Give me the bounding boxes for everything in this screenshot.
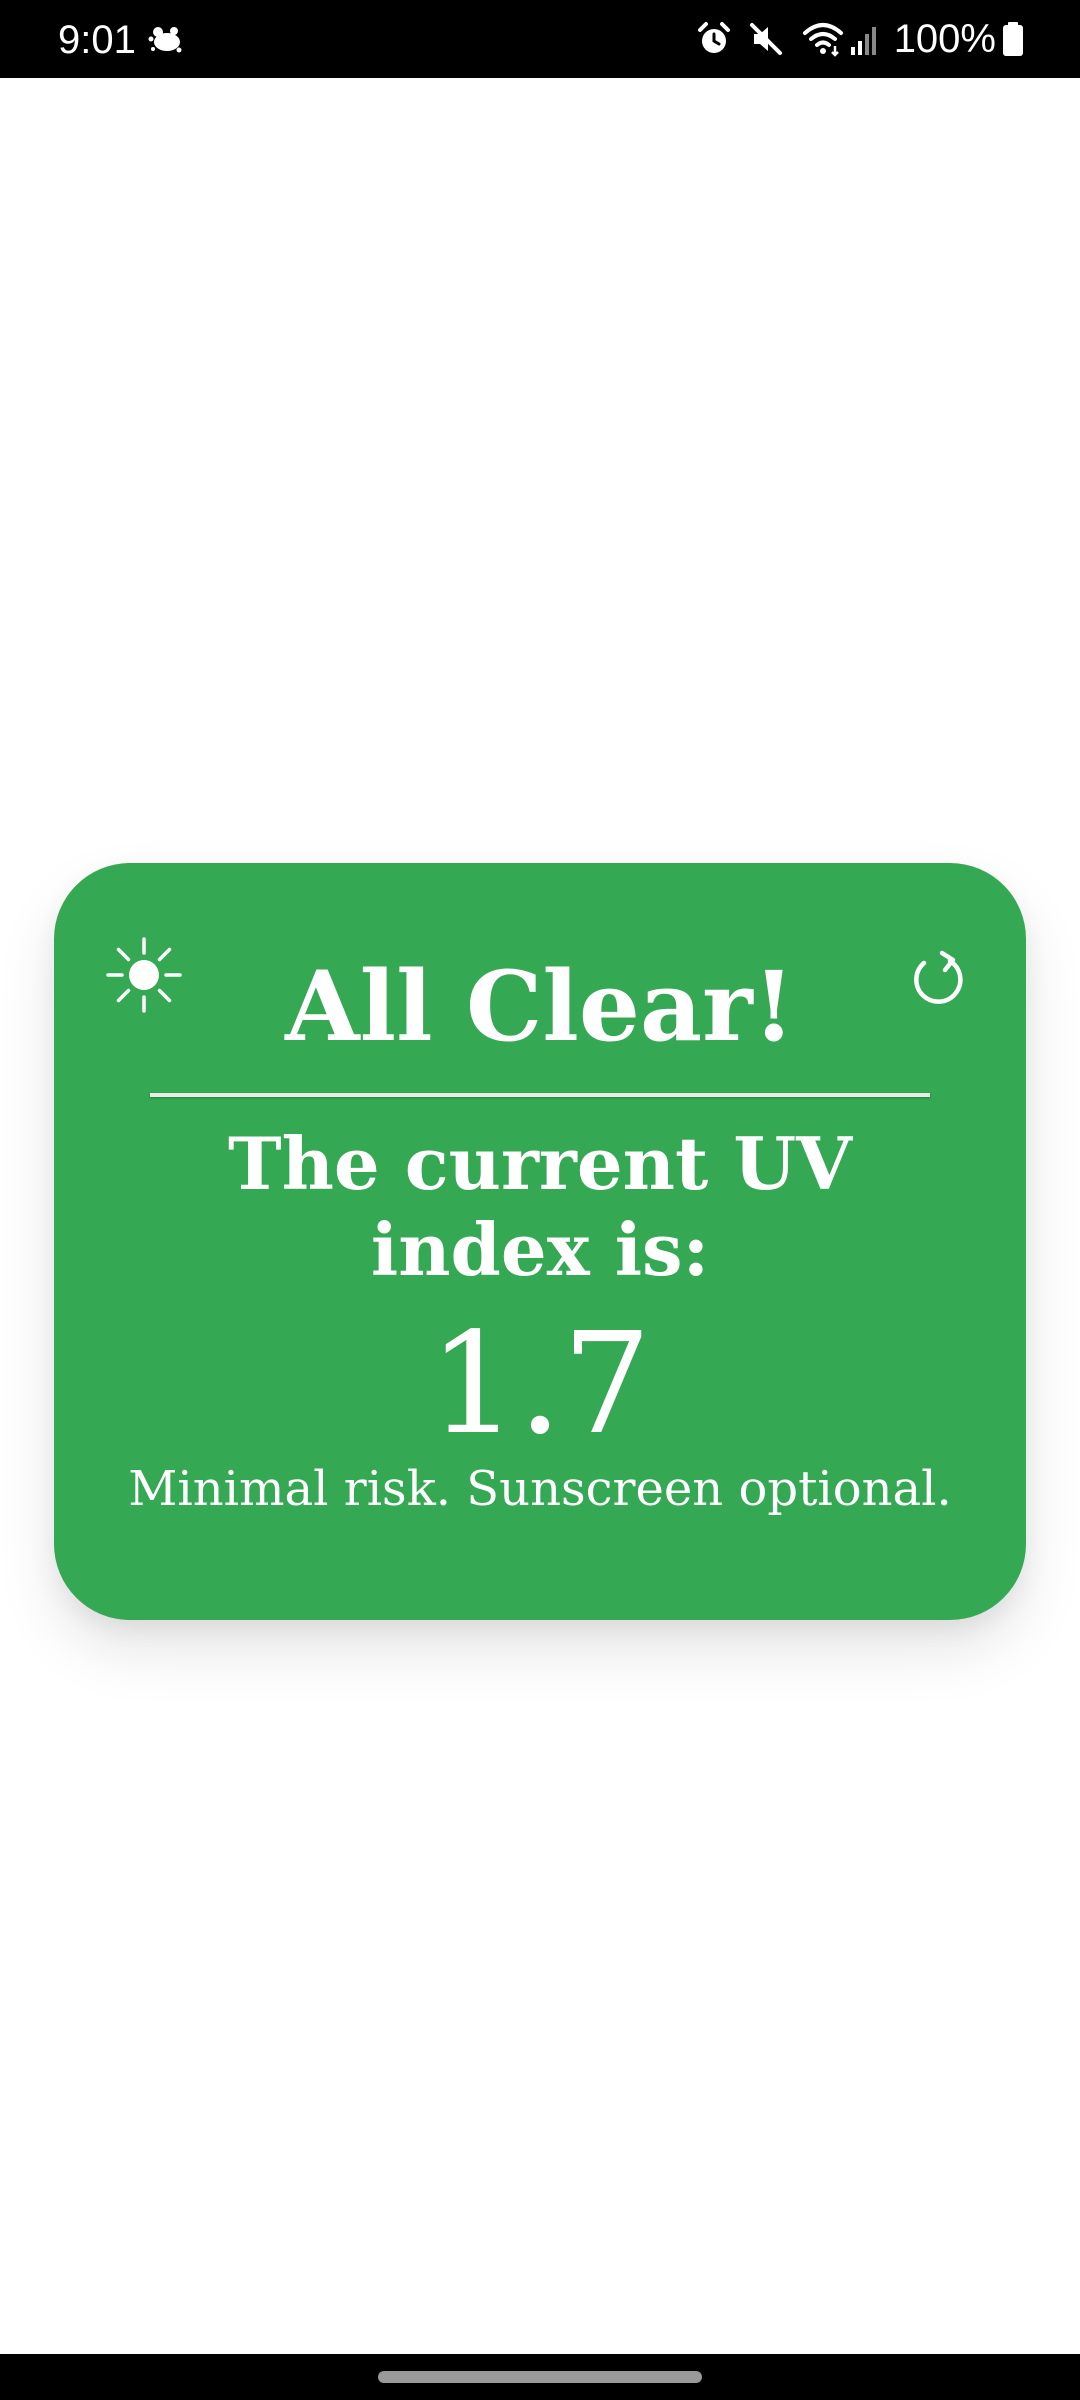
status-time: 9:01 [58, 18, 136, 62]
alarm-icon [697, 22, 730, 53]
mute-icon [749, 23, 782, 55]
uv-index-card: All Clear! The current UV index is: 1.7 … [54, 863, 1026, 1620]
wifi-icon [802, 23, 843, 57]
home-indicator[interactable] [378, 2371, 702, 2383]
title-divider [150, 1093, 930, 1097]
navigation-bar [0, 2354, 1080, 2400]
battery-percentage: 100% [893, 17, 996, 61]
status-title: All Clear! [285, 950, 795, 1063]
uv-index-label: The current UV index is: [228, 1121, 852, 1292]
status-bar: 9:01 100% [0, 0, 1080, 78]
notification-creature-icon [148, 27, 182, 53]
status-icons: 100% [696, 18, 1024, 60]
signal-icon [850, 27, 876, 55]
battery-icon [1003, 22, 1023, 56]
risk-message: Minimal risk. Sunscreen optional. [128, 1461, 952, 1517]
uv-index-value: 1.7 [428, 1303, 652, 1466]
